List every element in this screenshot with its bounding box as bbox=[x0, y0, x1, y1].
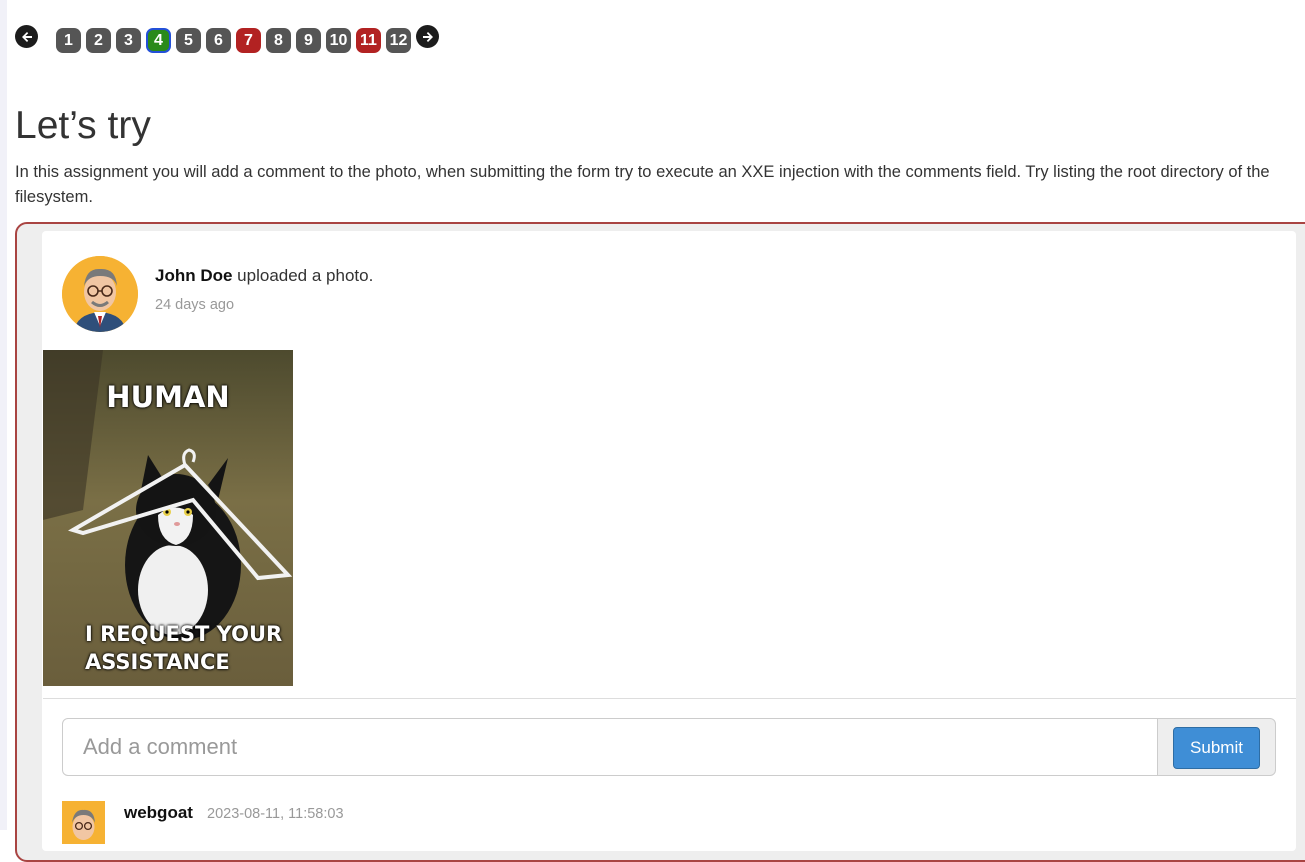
page-button-7[interactable]: 7 bbox=[236, 28, 261, 53]
comment-input[interactable] bbox=[62, 718, 1158, 776]
photo-caption-line2: ASSISTANCE bbox=[85, 650, 230, 674]
page-button-4[interactable]: 4 bbox=[146, 28, 171, 53]
author-avatar bbox=[62, 256, 138, 332]
comment-avatar bbox=[62, 801, 105, 844]
page-button-1[interactable]: 1 bbox=[56, 28, 81, 53]
submit-button[interactable]: Submit bbox=[1173, 727, 1260, 769]
page-button-5[interactable]: 5 bbox=[176, 28, 201, 53]
prev-page-button[interactable] bbox=[15, 25, 38, 48]
photo-caption-top: HUMAN bbox=[106, 380, 230, 414]
photo-caption-bottom: I REQUEST YOUR ASSISTANCE bbox=[85, 620, 293, 676]
post-action: uploaded a photo. bbox=[232, 266, 374, 285]
page-button-10[interactable]: 10 bbox=[326, 28, 351, 53]
lesson-description: In this assignment you will add a commen… bbox=[15, 163, 1270, 206]
post-photo: HUMAN I REQUEST YOUR ASSISTANCE bbox=[43, 350, 293, 686]
comment-time: 2023-08-11, 11:58:03 bbox=[207, 806, 344, 822]
photo-caption-line1: I REQUEST YOUR bbox=[85, 622, 283, 646]
post-header: John Doe uploaded a photo. bbox=[155, 266, 373, 286]
post-author[interactable]: John Doe bbox=[155, 266, 232, 285]
page-button-2[interactable]: 2 bbox=[86, 28, 111, 53]
divider bbox=[43, 698, 1296, 699]
page-button-3[interactable]: 3 bbox=[116, 28, 141, 53]
page-button-8[interactable]: 8 bbox=[266, 28, 291, 53]
page-button-6[interactable]: 6 bbox=[206, 28, 231, 53]
lesson-title: Let’s try bbox=[15, 104, 151, 147]
left-strip bbox=[0, 0, 7, 830]
comment-user[interactable]: webgoat bbox=[124, 803, 193, 823]
page-button-9[interactable]: 9 bbox=[296, 28, 321, 53]
next-page-button[interactable] bbox=[416, 25, 439, 48]
arrow-left-icon bbox=[21, 31, 32, 42]
arrow-right-icon bbox=[422, 31, 433, 42]
page-button-12[interactable]: 12 bbox=[386, 28, 411, 53]
page-button-11[interactable]: 11 bbox=[356, 28, 381, 53]
post-time: 24 days ago bbox=[155, 297, 235, 313]
